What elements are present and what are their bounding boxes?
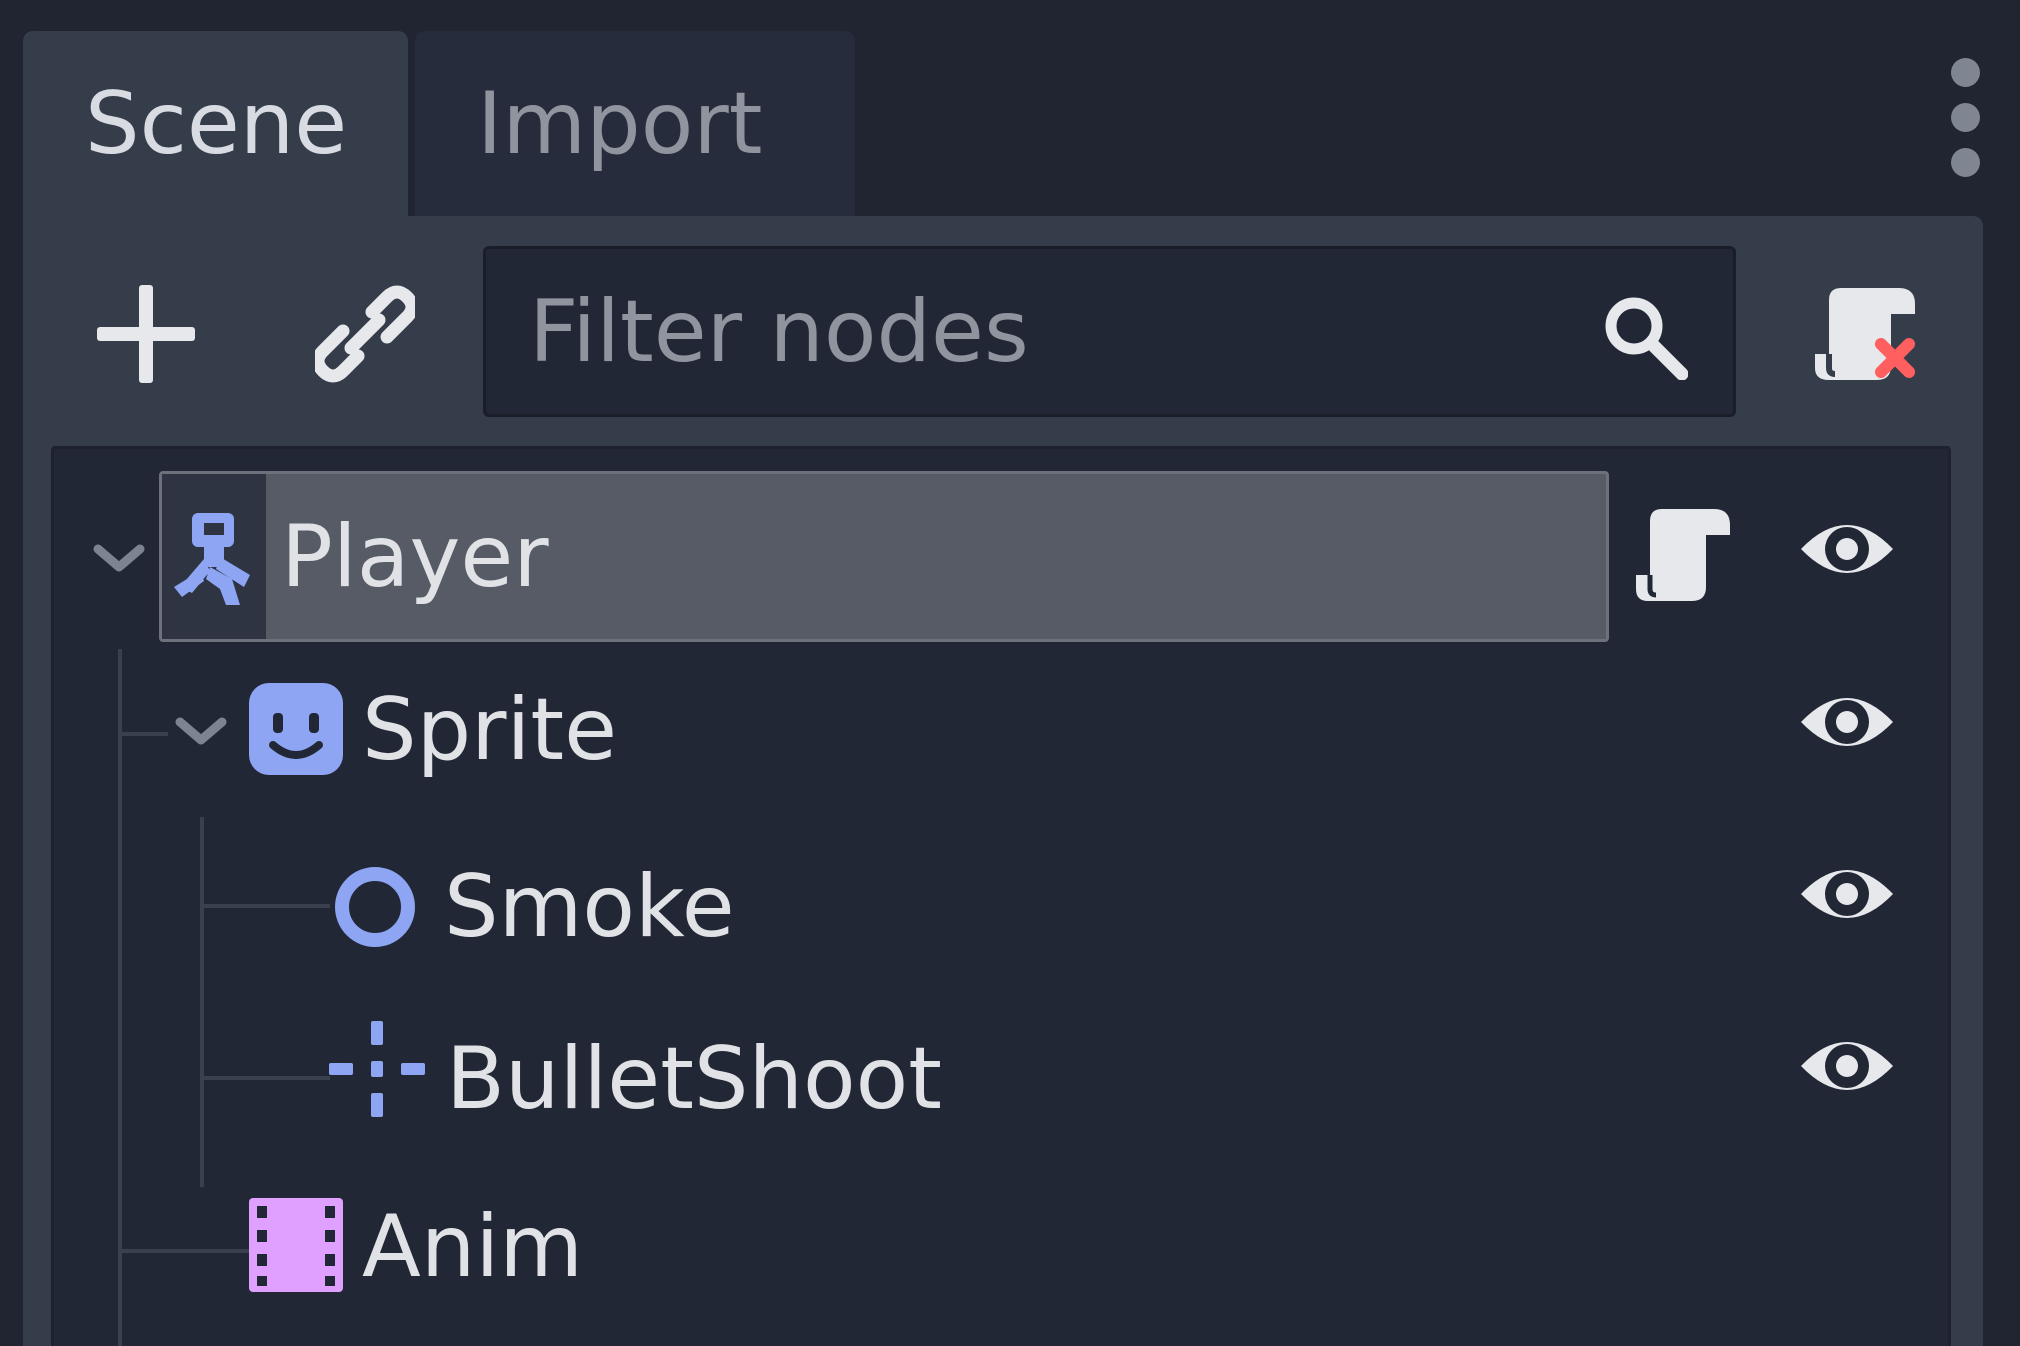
plus-icon [97, 285, 195, 383]
detach-script-button[interactable] [1800, 275, 1930, 393]
particles-icon [335, 867, 415, 947]
kinematic-body-icon [174, 513, 250, 605]
filter-input[interactable] [529, 281, 1529, 382]
dock-menu-icon[interactable] [1944, 58, 1988, 178]
visibility-eye-icon[interactable] [1797, 684, 1897, 760]
filter-field[interactable] [483, 246, 1736, 417]
tab-import[interactable]: Import [415, 31, 855, 216]
visibility-eye-icon[interactable] [1797, 511, 1897, 587]
tree-row-sprite[interactable]: Sprite [54, 622, 1954, 794]
animation-player-icon [249, 1198, 343, 1292]
node-label: Smoke [444, 857, 735, 957]
sprite-icon [249, 683, 343, 775]
position-icon [329, 1021, 425, 1117]
node-label: Sprite [362, 680, 618, 780]
scene-tree: Player Sprite Smoke BulletShoot Anim [51, 446, 1951, 1346]
script-icon[interactable] [1634, 505, 1734, 605]
chevron-down-icon[interactable] [92, 541, 146, 575]
tab-scene[interactable]: Scene [23, 31, 408, 216]
tab-import-label: Import [477, 73, 763, 174]
node-label: BulletShoot [446, 1029, 942, 1129]
tree-row-smoke[interactable]: Smoke [54, 794, 1954, 966]
tree-row-player[interactable]: Player [54, 449, 1954, 642]
node-label: Player [281, 507, 549, 607]
visibility-eye-icon[interactable] [1797, 856, 1897, 932]
search-icon[interactable] [1602, 294, 1688, 380]
instance-child-scene-button[interactable] [305, 275, 425, 393]
link-icon [315, 285, 415, 383]
add-node-button[interactable] [86, 275, 206, 393]
script-remove-icon [1815, 288, 1915, 380]
tree-row-anim[interactable]: Anim [54, 1139, 1954, 1311]
chevron-down-icon[interactable] [174, 714, 228, 748]
tab-scene-label: Scene [85, 73, 348, 174]
scene-dock: { "tabs": [ {"label": "Scene", "active":… [0, 0, 2020, 1346]
node-label: Anim [362, 1197, 584, 1297]
visibility-eye-icon[interactable] [1797, 1028, 1897, 1104]
tree-row-bulletshoot[interactable]: BulletShoot [54, 966, 1954, 1138]
